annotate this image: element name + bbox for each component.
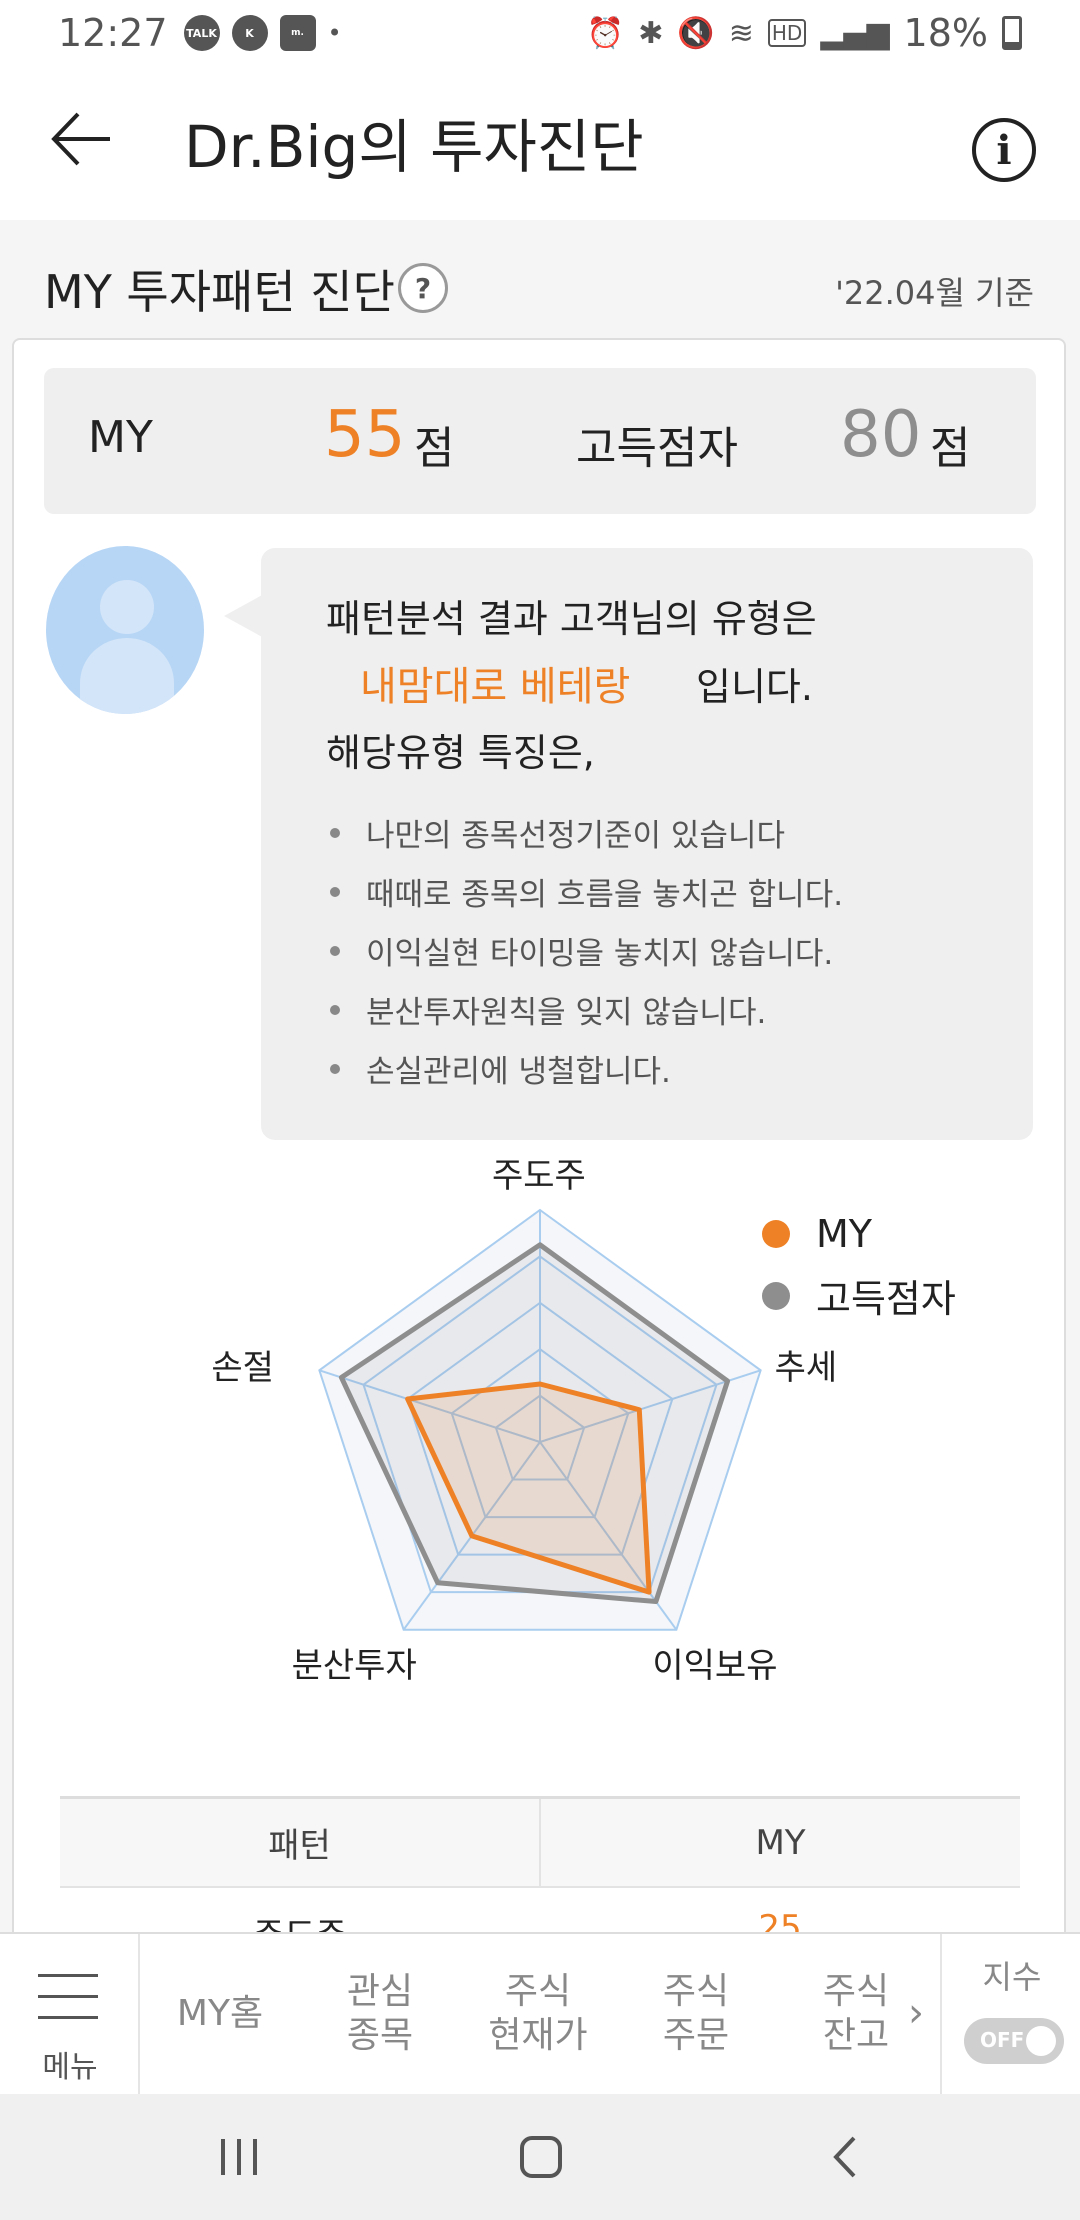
section-title: MY 투자패턴 진단 [44, 265, 395, 319]
kakaotalk-icon: TALK [183, 15, 220, 51]
index-label: 지수 [982, 1958, 1042, 1996]
mute-icon: 🔇 [677, 15, 715, 51]
nav-stock-price[interactable]: 주식 현재가 [468, 1934, 608, 2094]
recent-apps-button[interactable] [204, 2122, 274, 2192]
kbank-icon: K [231, 15, 268, 51]
top-score-label: 고득점자 [576, 423, 738, 474]
home-button[interactable] [506, 2122, 576, 2192]
legend-swatch-top [762, 1281, 790, 1310]
axis-label-profit-hold: 이익보유 [652, 1645, 778, 1686]
system-status-icons: ⏰ ✱ 🔇 ≋ HD ▂▄▆ 18% [587, 11, 1022, 55]
bullet-icon [330, 886, 340, 897]
axis-label-trend: 추세 [774, 1348, 838, 1389]
axis-label-leader: 주도주 [492, 1156, 586, 1196]
nav-stock-balance[interactable]: 주식 잔고 [786, 1934, 926, 2094]
avatar-body-icon [80, 638, 174, 714]
table-row: 주도주 25 [60, 1888, 1020, 1932]
bluetooth-icon: ✱ [638, 15, 664, 51]
menu-button[interactable]: 메뉴 [0, 1934, 140, 2094]
pattern-table-header: 패턴 MY [60, 1796, 1020, 1888]
trait-item: 분산투자원칙을 잊지 않습니다. [330, 987, 766, 1032]
trait-item: 이익실현 타이밍을 놓치지 않습니다. [330, 928, 833, 973]
back-arrow-icon [51, 112, 110, 166]
score-summary: MY 55 점 고득점자 80 점 [44, 368, 1036, 514]
my-score-unit: 점 [414, 423, 455, 474]
index-toggle[interactable]: OFF [964, 2018, 1064, 2064]
radar-chart-svg [318, 1208, 762, 1631]
notification-icons: TALK K m. • [183, 15, 342, 51]
legend-item-my: MY [762, 1212, 872, 1256]
toggle-state-label: OFF [980, 2028, 1025, 2052]
my-score-label: MY [88, 412, 153, 463]
app-header: Dr.Big의 투자진단 i [0, 66, 1080, 220]
base-date: '22.04월 기준 [835, 274, 1034, 312]
table-cell-pattern: 주도주 [60, 1888, 540, 1932]
battery-icon [1002, 16, 1022, 50]
radar-chart: 주도주 추세 이익보유 분산투자 손절 MY 고득점자 [200, 1156, 1000, 1686]
info-button[interactable]: i [972, 118, 1036, 182]
alarm-icon: ⏰ [586, 15, 625, 51]
mstock-icon: m. [279, 15, 316, 51]
wifi-icon: ≋ [728, 15, 754, 51]
nav-stock-order[interactable]: 주식 주문 [626, 1934, 766, 2094]
top-score-unit: 점 [930, 423, 971, 474]
bullet-icon [330, 1063, 340, 1074]
bullet-icon [330, 827, 340, 838]
page-title: Dr.Big의 투자진단 [184, 113, 644, 181]
nav-scroll-right-icon[interactable]: › [908, 1990, 924, 2036]
bullet-icon [330, 945, 340, 956]
system-nav-bar [0, 2094, 1080, 2220]
status-bar: 12:27 TALK K m. • ⏰ ✱ 🔇 ≋ HD ▂▄▆ 18% [0, 0, 1080, 66]
status-time: 12:27 [58, 11, 168, 55]
info-icon: i [996, 126, 1012, 174]
system-back-icon [833, 2136, 856, 2178]
hamburger-icon [38, 1974, 98, 2037]
axis-label-stop-loss: 손절 [211, 1348, 274, 1389]
bubble-tail [224, 594, 264, 638]
top-score-value: 80 [840, 398, 922, 472]
menu-label: 메뉴 [42, 2050, 98, 2085]
more-notifications-dot-icon: • [327, 19, 342, 47]
avatar [46, 546, 204, 714]
legend-swatch-my [762, 1220, 790, 1248]
help-button[interactable]: ? [398, 263, 448, 313]
table-cell-my: 25 [758, 1908, 802, 1932]
traits-heading: 해당유형 특징은, [326, 731, 595, 775]
index-toggle-panel: 지수 OFF [940, 1934, 1080, 2094]
column-header-pattern: 패턴 [60, 1799, 541, 1886]
bottom-nav: 메뉴 MY홈 관심 종목 주식 현재가 주식 주문 주식 잔고 › 지수 OFF [0, 1932, 1080, 2094]
investor-type-suffix: 입니다. [696, 665, 813, 709]
recent-apps-icon [221, 2139, 257, 2175]
my-score-value: 55 [324, 398, 406, 472]
nav-watchlist[interactable]: 관심 종목 [310, 1934, 450, 2094]
analysis-intro: 패턴분석 결과 고객님의 유형은 [326, 597, 817, 641]
trait-item: 손실관리에 냉철합니다. [330, 1046, 671, 1091]
nav-my-home[interactable]: MY홈 [150, 1934, 290, 2094]
home-icon [520, 2136, 562, 2178]
battery-percent: 18% [903, 11, 988, 55]
trait-item: 때때로 종목의 흐름을 놓치곤 합니다. [330, 869, 843, 914]
investor-type: 내맘대로 베테랑 [360, 664, 631, 710]
system-back-button[interactable] [810, 2122, 880, 2192]
avatar-head-icon [100, 580, 154, 634]
axis-label-diversify: 분산투자 [291, 1645, 417, 1686]
back-button[interactable] [48, 104, 118, 174]
hd-voice-icon: HD [767, 19, 807, 47]
question-icon: ? [414, 271, 432, 305]
signal-icon: ▂▄▆ [820, 15, 890, 51]
trait-item: 나만의 종목선정기준이 있습니다 [330, 810, 785, 855]
bullet-icon [330, 1004, 340, 1015]
column-header-my: MY [755, 1822, 806, 1863]
toggle-knob [1026, 2026, 1056, 2056]
legend-item-top: 고득점자 [762, 1268, 956, 1323]
